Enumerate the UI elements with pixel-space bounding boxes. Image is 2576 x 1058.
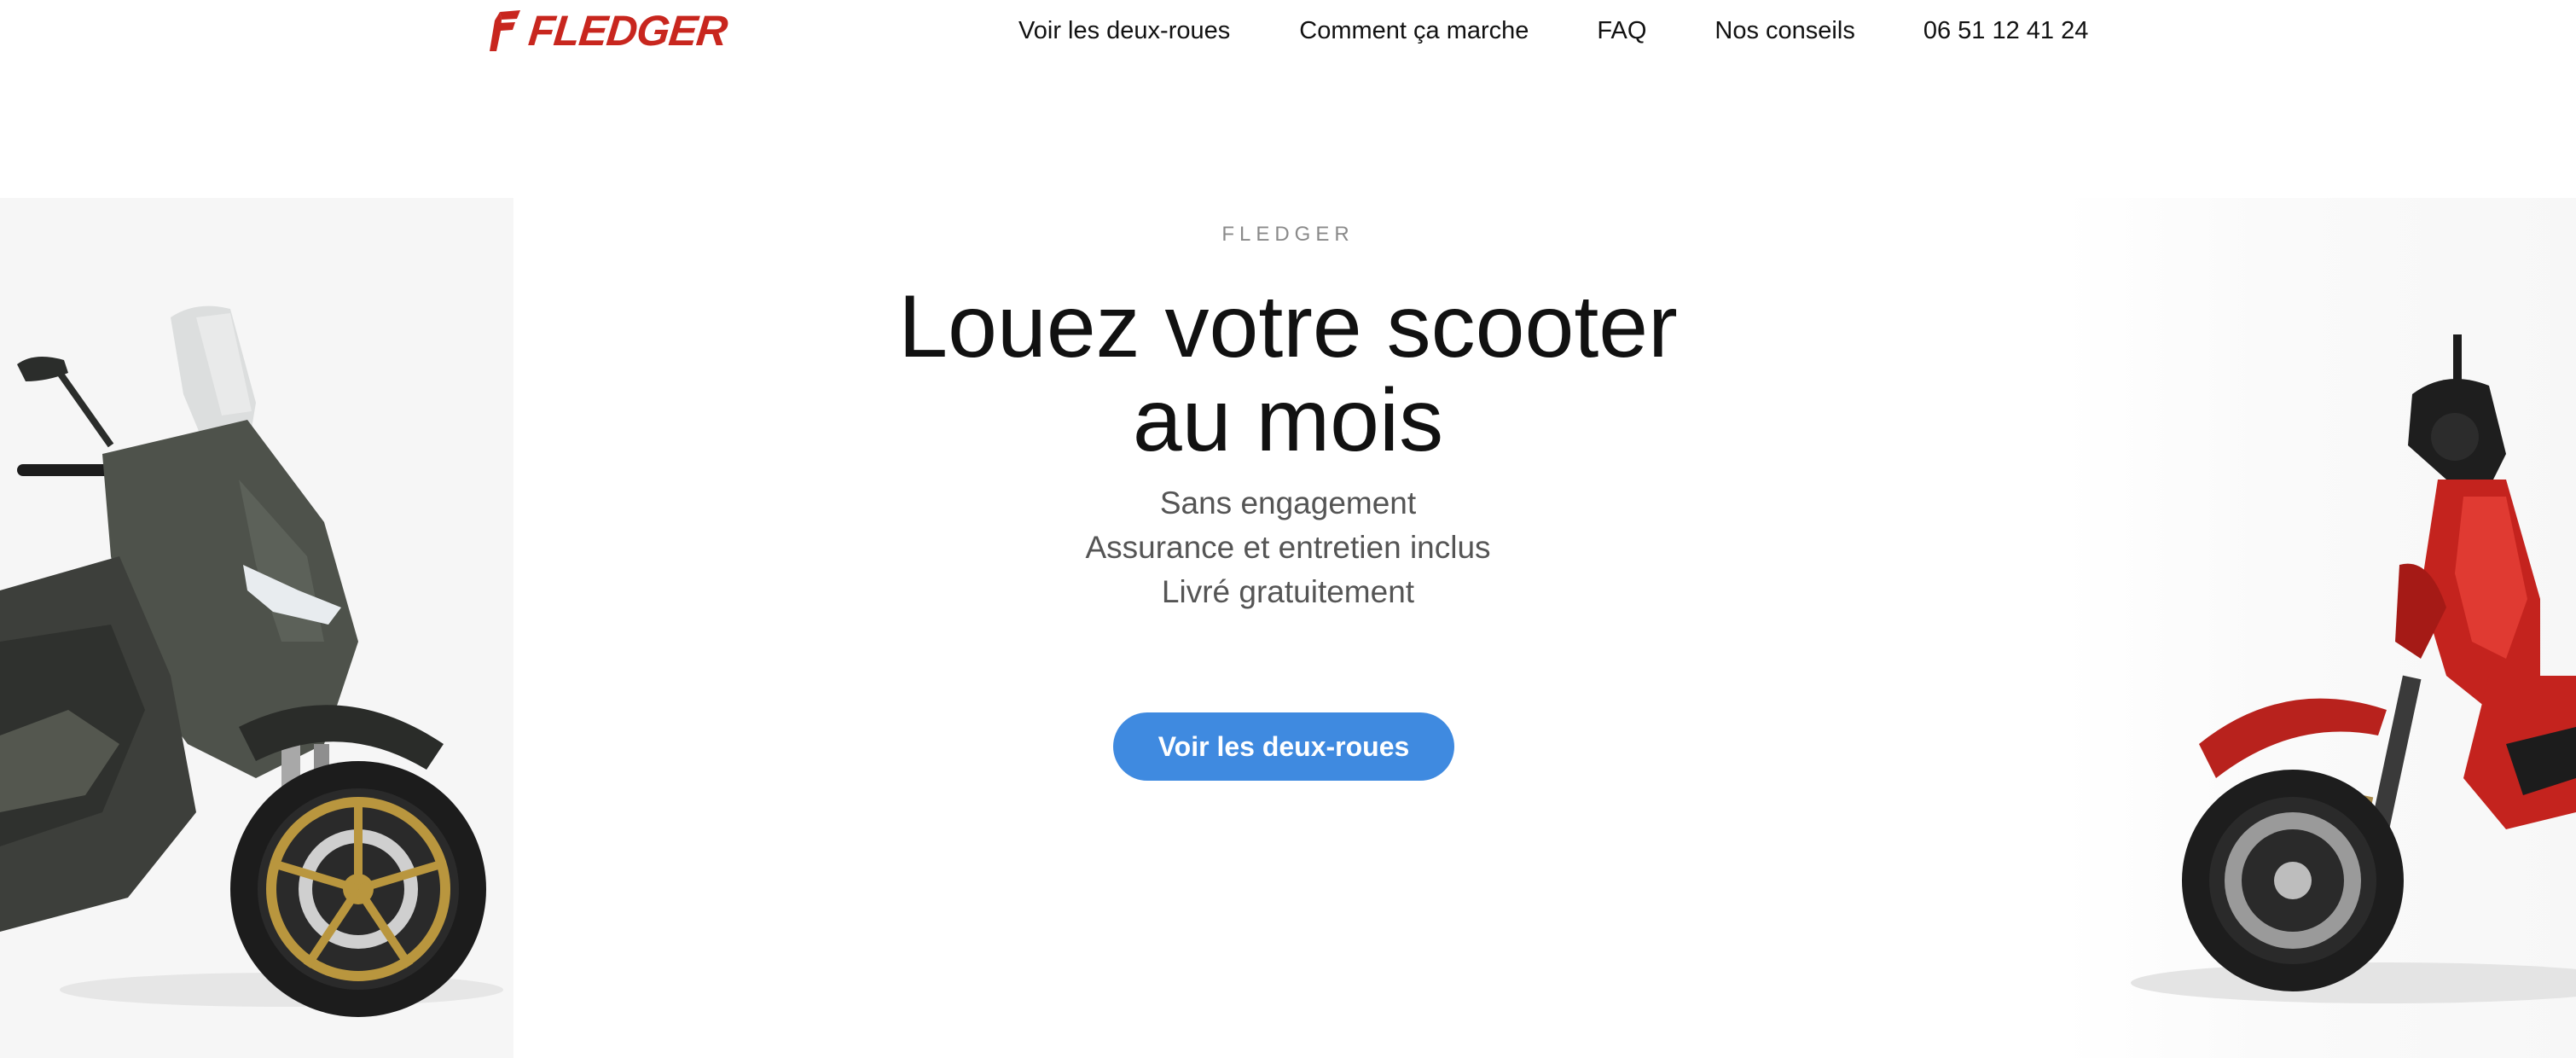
site-logo[interactable]: FLEDGER <box>488 7 729 55</box>
nav-link-how-it-works[interactable]: Comment ça marche <box>1299 17 1529 45</box>
hero-image-left <box>0 198 513 1058</box>
maxi-scooter-image <box>0 305 503 1017</box>
nav-link-faq[interactable]: FAQ <box>1597 17 1646 45</box>
hero-section: FLEDGER Louez votre scooter au mois Sans… <box>768 213 1808 781</box>
hero-image-right <box>2063 198 2576 1058</box>
view-vehicles-button[interactable]: Voir les deux-roues <box>1113 712 1454 781</box>
electric-scooter-image <box>2131 334 2576 1003</box>
hero-headline-line-1: Louez votre scooter <box>898 277 1678 376</box>
hero-headline-line-2: au mois <box>1132 371 1444 470</box>
site-header: FLEDGER Voir les deux-roues Comment ça m… <box>0 0 2576 61</box>
main-nav: Voir les deux-roues Comment ça marche FA… <box>1018 0 2088 61</box>
hero-headline: Louez votre scooter au mois <box>862 280 1714 468</box>
hero-eyebrow: FLEDGER <box>1221 223 1355 246</box>
nav-link-advice[interactable]: Nos conseils <box>1714 17 1854 45</box>
fledger-logo-icon <box>490 10 520 51</box>
feature-no-commitment: Sans engagement <box>1159 485 1417 520</box>
nav-link-phone[interactable]: 06 51 12 41 24 <box>1923 17 2089 45</box>
hero-feature-list: Sans engagement Assurance et entretien i… <box>768 481 1808 614</box>
feature-free-delivery: Livré gratuitement <box>1161 574 1415 609</box>
nav-link-vehicles[interactable]: Voir les deux-roues <box>1018 17 1230 45</box>
feature-insurance-maintenance: Assurance et entretien inclus <box>1085 530 1491 565</box>
logo-wordmark: FLEDGER <box>526 7 729 55</box>
landing-page: FLEDGER Voir les deux-roues Comment ça m… <box>0 0 2576 1058</box>
